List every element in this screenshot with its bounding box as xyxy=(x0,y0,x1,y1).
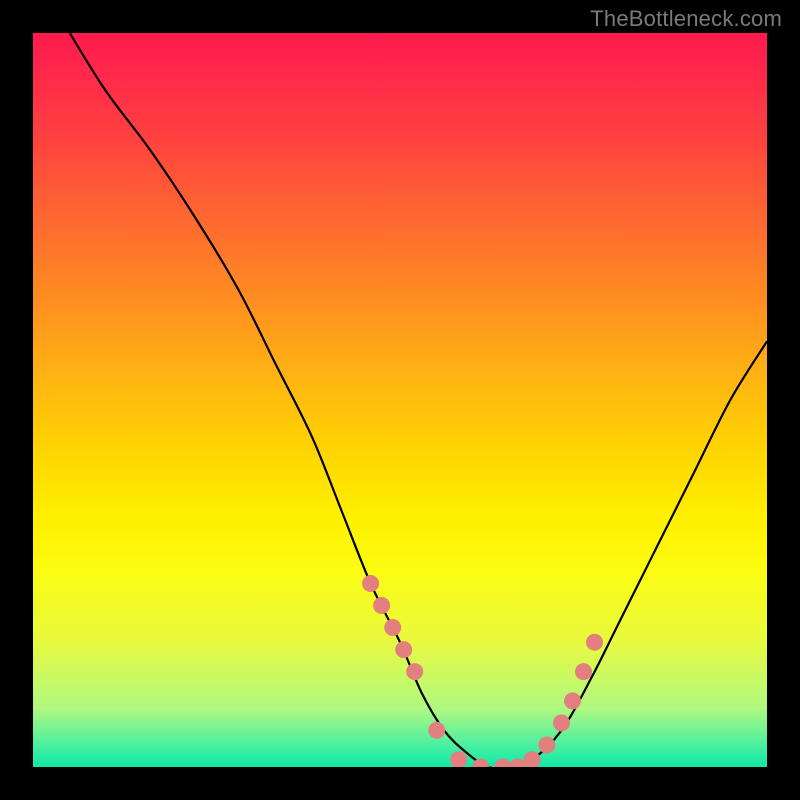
watermark-text: TheBottleneck.com xyxy=(590,6,782,32)
highlighted-point xyxy=(395,641,412,658)
chart-frame: TheBottleneck.com xyxy=(0,0,800,800)
chart-svg-layer xyxy=(33,33,767,767)
highlighted-point xyxy=(384,619,401,636)
highlighted-point xyxy=(524,751,541,767)
bottleneck-curve xyxy=(70,33,767,767)
highlighted-point xyxy=(428,722,445,739)
highlighted-point xyxy=(450,751,467,767)
highlighted-point xyxy=(373,597,390,614)
highlighted-point xyxy=(494,759,511,768)
highlighted-point xyxy=(362,575,379,592)
highlighted-point xyxy=(575,663,592,680)
highlighted-point xyxy=(564,692,581,709)
highlighted-point xyxy=(586,634,603,651)
highlighted-point xyxy=(406,663,423,680)
highlighted-point xyxy=(538,737,555,754)
highlighted-point xyxy=(553,715,570,732)
highlighted-point xyxy=(509,759,526,768)
highlighted-points xyxy=(362,575,603,767)
